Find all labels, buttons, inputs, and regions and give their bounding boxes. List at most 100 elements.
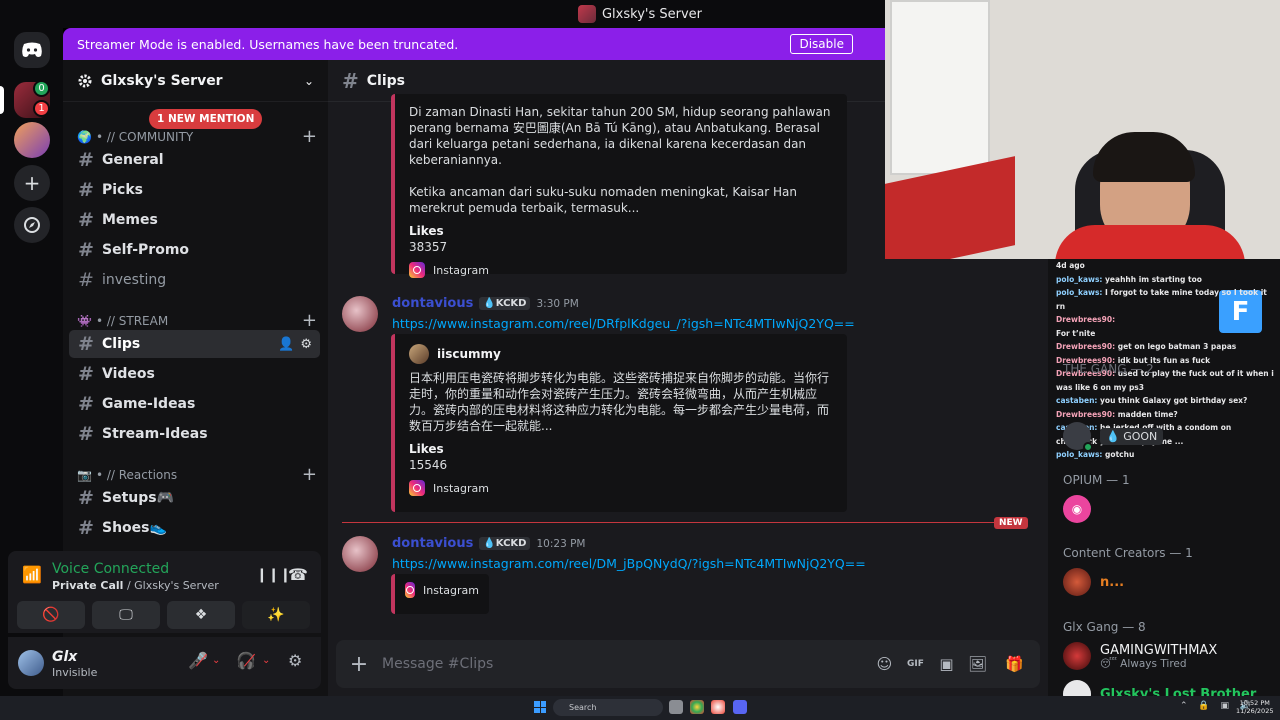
overlay-chat-text: madden time? — [1117, 409, 1178, 419]
channel-investing[interactable]: # investing — [69, 266, 320, 294]
invite-icon[interactable]: 👤 — [278, 337, 294, 352]
chevron-down-icon[interactable]: ⌄ — [262, 655, 270, 666]
member-item[interactable]: n... — [1063, 568, 1124, 596]
clan-tag[interactable]: 💧KCKD — [479, 297, 531, 310]
user-panel: Glx Invisible 🎤̸ ⌄ 🎧̸ ⌄ ⚙ — [8, 637, 321, 689]
member-item[interactable]: ◉ — [1063, 495, 1091, 523]
member-item[interactable]: GAMINGWITHMAX 😴 Always Tired — [1063, 642, 1217, 670]
server-header[interactable]: Glxsky's Server ⌄ — [63, 60, 328, 102]
member-role-tag: 💧 GOON — [1100, 427, 1164, 445]
category-stream[interactable]: 👾 • // STREAM + — [77, 310, 317, 331]
sticker-icon[interactable]: ▣ — [931, 655, 962, 673]
add-channel-icon[interactable]: + — [302, 310, 317, 331]
noise-suppression-icon[interactable]: ❙❙❙ — [256, 567, 291, 583]
channel-label: Stream-Ideas — [102, 426, 208, 442]
server-avatar-button[interactable] — [14, 122, 50, 158]
category-community[interactable]: 🌍 • // COMMUNITY + — [77, 126, 317, 147]
gif-icon[interactable]: GIF — [900, 659, 931, 669]
member-group-header: OPIUM — 1 — [1063, 473, 1130, 487]
user-settings-gear-icon[interactable]: ⚙ — [288, 651, 302, 670]
member-name: GAMINGWITHMAX — [1100, 642, 1218, 658]
channel-general[interactable]: # General — [69, 146, 320, 174]
taskbar-clock[interactable]: 10:52 PM 11/26/2025 — [1236, 699, 1273, 715]
clan-tag[interactable]: 💧KCKD — [479, 537, 531, 550]
camera-toggle-button[interactable]: 🚫 — [17, 601, 85, 629]
category-label: • // COMMUNITY — [95, 129, 194, 144]
overlay-chat-text: yeahhh im starting too — [1105, 274, 1202, 284]
embed-description: Di zaman Dinasti Han, sekitar tahun 200 … — [409, 105, 831, 215]
voice-status[interactable]: Voice Connected — [52, 561, 169, 577]
message-link[interactable]: https://www.instagram.com/reel/DRfplKdge… — [392, 316, 855, 331]
discord-home-button[interactable] — [14, 32, 50, 68]
channel-videos[interactable]: # Videos — [69, 360, 320, 388]
message-author[interactable]: dontavious — [392, 536, 473, 551]
embed-source: Instagram — [433, 481, 489, 495]
soundboard-button[interactable]: ✨ — [242, 601, 310, 629]
channel-label: Setups🎮 — [102, 490, 175, 506]
embed-footer: Instagram — [409, 480, 833, 496]
overlay-chat-line: Drewbrees90: madden time? — [1056, 408, 1276, 422]
channel-stream-ideas[interactable]: # Stream-Ideas — [69, 420, 320, 448]
disable-streamer-mode-button[interactable]: Disable — [790, 34, 853, 54]
task-view-icon[interactable] — [669, 700, 683, 714]
mute-icon[interactable]: 🎤̸ — [188, 651, 208, 670]
channel-shoes[interactable]: # Shoes👟 — [69, 514, 320, 542]
member-item[interactable]: Glxsky's Lost Brother — [1063, 680, 1256, 696]
clock-time: 10:52 PM — [1239, 699, 1270, 707]
overlay-chat-user: Drewbrees90: — [1056, 409, 1118, 419]
user-name[interactable]: Glx — [52, 649, 77, 665]
emoji-icon[interactable]: ☺ — [869, 655, 900, 673]
member-item[interactable]: 💧 GOON — [1063, 422, 1164, 452]
disconnect-icon[interactable]: ☎ — [288, 565, 308, 584]
server-name: Glxsky's Server — [101, 72, 223, 89]
category-reactions[interactable]: 📷 • // Reactions + — [77, 464, 317, 485]
channel-label: investing — [102, 272, 167, 288]
add-channel-icon[interactable]: + — [302, 464, 317, 485]
hash-icon: # — [78, 239, 94, 261]
add-channel-icon[interactable]: + — [302, 126, 317, 147]
channel-game-ideas[interactable]: # Game-Ideas — [69, 390, 320, 418]
message-composer: + Message #Clips ☺ GIF ▣ 🖼 🎁 — [336, 640, 1040, 688]
channel-setups[interactable]: # Setups🎮 — [69, 484, 320, 512]
deafen-icon[interactable]: 🎧̸ — [236, 651, 256, 670]
avatar[interactable] — [18, 650, 44, 676]
add-server-button[interactable]: + — [14, 165, 50, 201]
attach-button[interactable]: + — [336, 652, 382, 677]
channel-picks[interactable]: # Picks — [69, 176, 320, 204]
overlay-chat-line: polo_kaws: I forgot to take mine today s… — [1056, 286, 1276, 313]
channel-memes[interactable]: # Memes — [69, 206, 320, 234]
message-author[interactable]: dontavious — [392, 296, 473, 311]
overlay-chat-text: you think Galaxy got birthday sex? — [1100, 396, 1248, 405]
overlay-chat-user: castaben: — [1056, 396, 1101, 405]
app-icon[interactable] — [711, 700, 725, 714]
discord-logo-icon — [22, 42, 42, 57]
windows-start-icon[interactable] — [534, 701, 546, 713]
channel-self-promo[interactable]: # Self-Promo — [69, 236, 320, 264]
channel-clips[interactable]: # Clips 👤 ⚙ — [69, 330, 320, 358]
taskbar-search[interactable]: Search — [553, 699, 663, 716]
discover-button[interactable] — [14, 207, 50, 243]
gear-icon[interactable]: ⚙ — [300, 337, 312, 352]
discord-taskbar-icon[interactable] — [733, 700, 747, 714]
message-link[interactable]: https://www.instagram.com/reel/DM_jBpQNy… — [392, 556, 866, 571]
gift-icon[interactable]: 🎁 — [999, 655, 1030, 673]
signal-icon: 📶 — [22, 565, 42, 584]
voice-call-info[interactable]: Private Call / Glxsky's Server — [52, 579, 219, 592]
screen-share-button[interactable]: 🖵 — [92, 601, 160, 629]
chevron-down-icon[interactable]: ⌄ — [212, 655, 220, 666]
user-status: Invisible — [52, 666, 98, 679]
voice-server-name: / Glxsky's Server — [126, 579, 219, 592]
hash-icon: # — [78, 423, 94, 445]
globe-icon: 🌍 — [77, 129, 92, 144]
embed-field-value: 15546 — [409, 458, 448, 472]
chrome-icon[interactable] — [690, 700, 704, 714]
embed-author-name[interactable]: iiscummy — [437, 347, 501, 361]
windows-taskbar: Search ⌃ 🔒 ▣ 🔊 10:52 PM 11/26/2025 — [0, 696, 1280, 720]
activities-button[interactable]: ❖ — [167, 601, 235, 629]
channel-label: Clips — [102, 336, 141, 352]
message-input[interactable]: Message #Clips — [382, 656, 869, 672]
channel-label: Memes — [102, 212, 158, 228]
image-icon[interactable]: 🖼 — [962, 655, 993, 673]
avatar[interactable] — [342, 536, 378, 572]
avatar[interactable] — [342, 296, 378, 332]
